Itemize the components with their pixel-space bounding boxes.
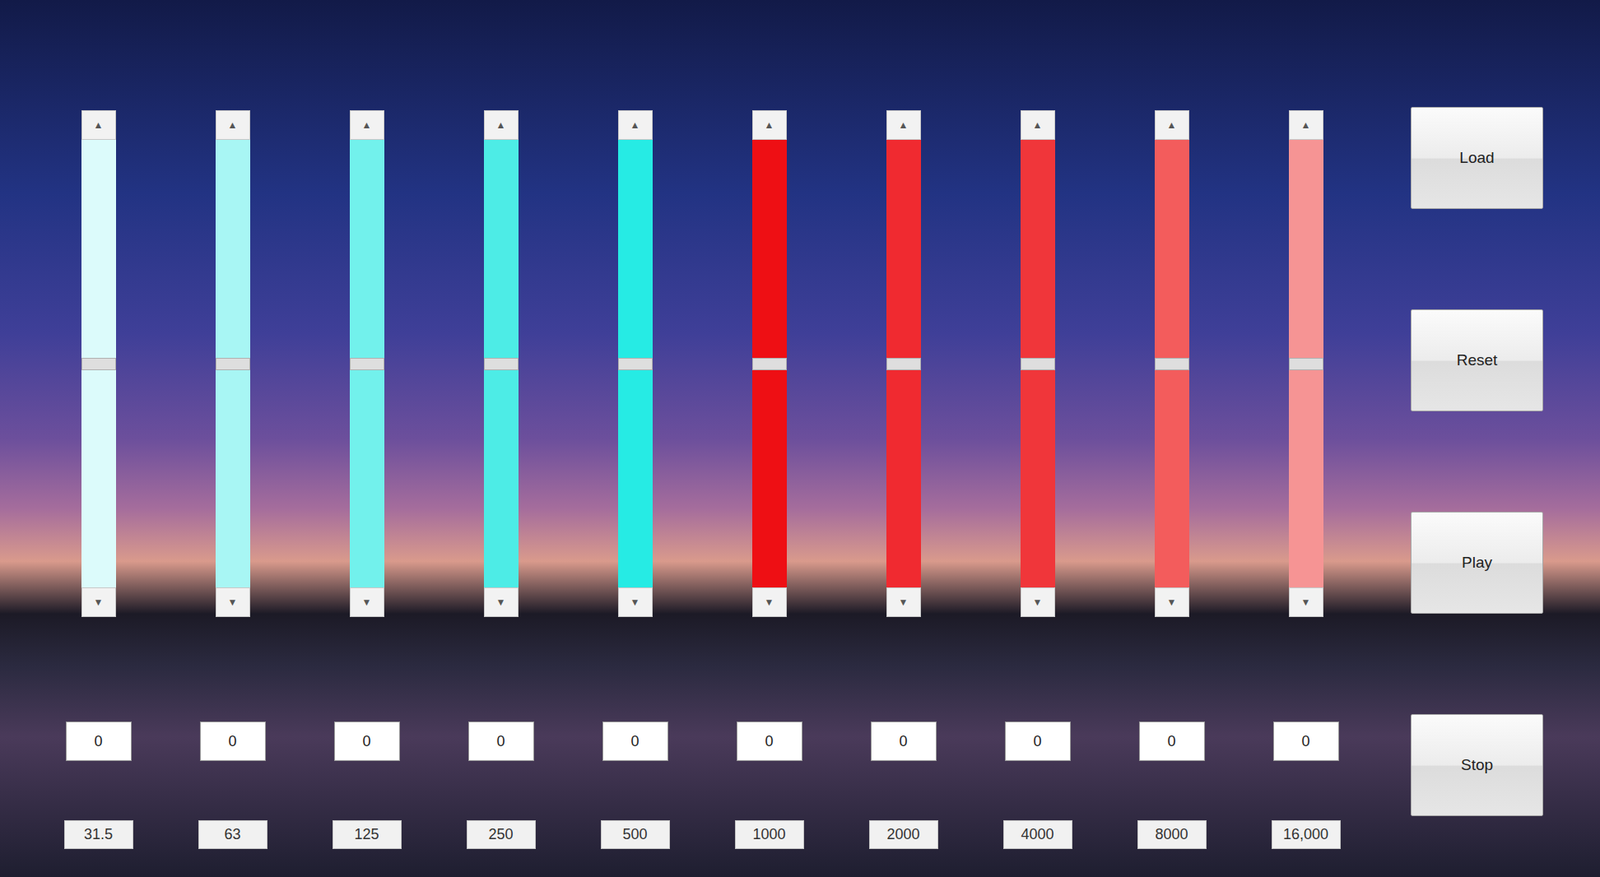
band-column: ▲▼063 [165,0,300,877]
slider-up-button[interactable]: ▲ [618,110,653,140]
slider-down-button[interactable]: ▼ [483,587,519,618]
gain-value[interactable]: 0 [334,721,400,762]
slider-up-button[interactable]: ▲ [483,110,519,140]
slider-down-button[interactable]: ▼ [752,587,787,618]
slider-thumb[interactable] [81,358,117,371]
slider-track[interactable] [1288,139,1324,588]
gain-value[interactable]: 0 [602,721,669,762]
slider-track[interactable] [81,139,117,588]
slider-track[interactable] [752,139,787,588]
slider-thumb[interactable] [215,358,251,371]
band-slider[interactable]: ▲▼ [886,110,921,618]
gain-value[interactable]: 0 [1139,721,1205,762]
band-slider[interactable]: ▲▼ [618,110,653,618]
slider-track[interactable] [483,139,519,588]
slider-thumb[interactable] [483,358,519,371]
gain-value[interactable]: 0 [870,721,937,762]
slider-down-button[interactable]: ▼ [349,587,385,618]
slider-down-button[interactable]: ▼ [1288,587,1324,618]
gain-value[interactable]: 0 [1273,721,1340,762]
slider-down-button[interactable]: ▼ [215,587,251,618]
slider-thumb[interactable] [886,358,921,371]
slider-down-button[interactable]: ▼ [886,587,921,618]
slider-down-button[interactable]: ▼ [1154,587,1190,618]
slider-thumb[interactable] [752,358,787,371]
band-slider[interactable]: ▲▼ [81,110,117,618]
frequency-label: 31.5 [64,820,134,850]
gain-value[interactable]: 0 [200,721,266,762]
band-slider[interactable]: ▲▼ [752,110,787,618]
action-button[interactable]: Play [1410,511,1544,614]
slider-thumb[interactable] [1288,358,1324,371]
slider-down-button[interactable]: ▼ [81,587,117,618]
frequency-label: 1000 [734,820,805,850]
slider-down-button[interactable]: ▼ [618,587,653,618]
slider-down-button[interactable]: ▼ [1020,587,1056,618]
band-slider[interactable]: ▲▼ [1154,110,1190,618]
slider-thumb[interactable] [618,358,653,371]
slider-track[interactable] [886,139,921,588]
slider-thumb[interactable] [1154,358,1190,371]
band-slider[interactable]: ▲▼ [483,110,519,618]
slider-thumb[interactable] [1020,358,1056,371]
action-button[interactable]: Reset [1410,309,1544,412]
band-column: ▲▼04000 [970,0,1105,877]
gain-value[interactable]: 0 [736,721,803,762]
slider-thumb[interactable] [349,358,385,371]
band-slider[interactable]: ▲▼ [1020,110,1056,618]
slider-up-button[interactable]: ▲ [349,110,385,140]
bands-area: ▲▼031.5▲▼063▲▼0125▲▼0250▲▼0500▲▼01000▲▼0… [0,0,1373,877]
frequency-label: 125 [332,820,402,850]
band-slider[interactable]: ▲▼ [349,110,385,618]
band-column: ▲▼0125 [299,0,434,877]
frequency-label: 4000 [1003,820,1073,850]
frequency-label: 2000 [869,820,939,850]
gain-value[interactable]: 0 [468,721,535,762]
slider-up-button[interactable]: ▲ [752,110,787,140]
action-button[interactable]: Stop [1410,714,1544,817]
gain-value[interactable]: 0 [1004,721,1071,762]
slider-track[interactable] [1020,139,1056,588]
frequency-label: 250 [466,820,536,850]
frequency-label: 63 [198,820,268,850]
band-slider[interactable]: ▲▼ [215,110,251,618]
slider-up-button[interactable]: ▲ [886,110,921,140]
slider-up-button[interactable]: ▲ [1154,110,1190,140]
slider-track[interactable] [349,139,385,588]
slider-track[interactable] [618,139,653,588]
band-column: ▲▼01000 [702,0,837,877]
slider-up-button[interactable]: ▲ [1288,110,1324,140]
action-button[interactable]: Load [1410,106,1544,210]
band-column: ▲▼031.5 [31,0,166,877]
gain-value[interactable]: 0 [65,721,132,762]
frequency-label: 16,000 [1271,820,1341,850]
band-column: ▲▼0500 [567,0,703,877]
slider-up-button[interactable]: ▲ [81,110,117,140]
button-column: Load Reset Play Stop [1410,0,1544,877]
band-column: ▲▼02000 [836,0,971,877]
equalizer-window: ▲▼031.5▲▼063▲▼0125▲▼0250▲▼0500▲▼01000▲▼0… [0,0,1600,877]
band-column: ▲▼0250 [433,0,568,877]
band-slider[interactable]: ▲▼ [1288,110,1324,618]
band-column: ▲▼016,000 [1238,0,1373,877]
band-column: ▲▼08000 [1104,0,1239,877]
frequency-label: 500 [600,820,670,850]
frequency-label: 8000 [1137,820,1207,850]
slider-track[interactable] [1154,139,1190,588]
slider-track[interactable] [215,139,251,588]
slider-up-button[interactable]: ▲ [1020,110,1056,140]
slider-up-button[interactable]: ▲ [215,110,251,140]
